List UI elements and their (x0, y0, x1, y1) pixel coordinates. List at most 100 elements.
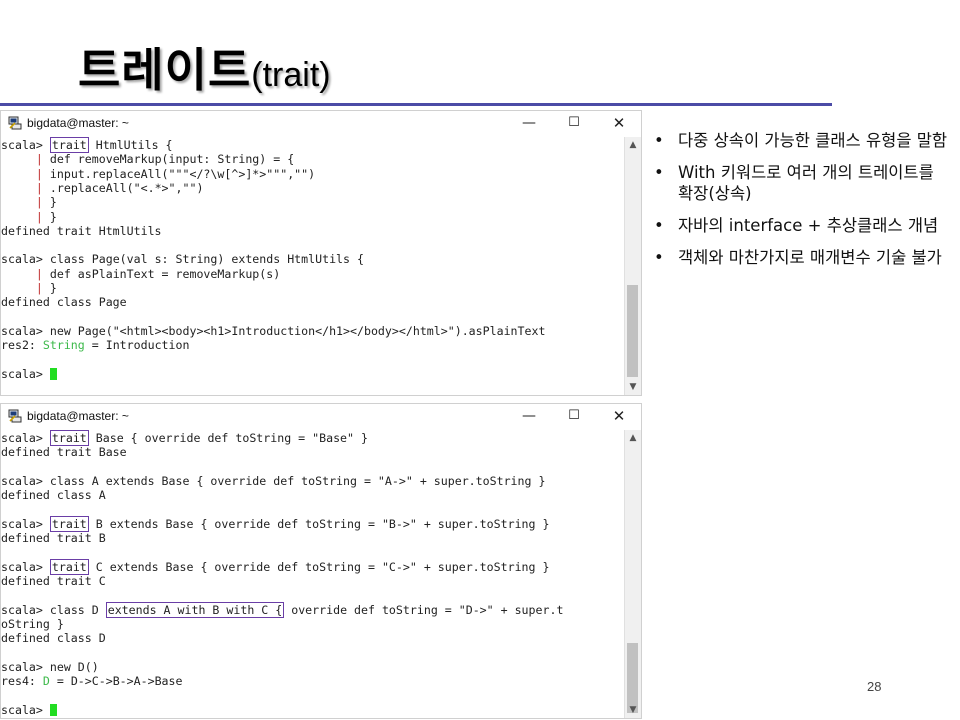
bullet-item: • 자바의 interface + 추상클래스 개념 (652, 215, 952, 236)
bullet-dot: • (654, 216, 664, 235)
terminal-line: defined class Page (1, 295, 127, 309)
slide-title-korean: 트레이트 (78, 43, 252, 97)
code-text: class A extends Base { override def toSt… (49, 473, 546, 488)
terminal-titlebar[interactable]: bigdata@master: ~ — ☐ ✕ (1, 404, 641, 430)
code-text: } (49, 209, 57, 224)
bullet-text: 다중 상속이 가능한 클래스 유형을 말함 (678, 131, 948, 150)
code-text: B extends Base { override def toString =… (88, 516, 550, 531)
terminal-line: scala> trait B extends Base { override d… (1, 515, 550, 532)
bullet-dot: • (654, 163, 664, 182)
code-text: def asPlainText = removeMarkup(s) (49, 266, 281, 281)
terminal-line: scala> (1, 703, 57, 717)
close-button[interactable]: ✕ (599, 405, 639, 427)
prompt: scala> (1, 473, 50, 488)
terminal-line: | } (1, 281, 57, 295)
continuation-pipe: | (35, 209, 50, 224)
terminal-line: scala> new D() (1, 660, 99, 674)
code-text: defined trait C (1, 574, 106, 588)
scroll-down-arrow-icon[interactable]: ▼ (625, 702, 641, 718)
terminal-line: | } (1, 210, 57, 224)
terminal-line: scala> trait HtmlUtils { (1, 137, 173, 153)
terminal-scrollbar[interactable]: ▲ ▼ (624, 137, 641, 395)
extends-clause-highlight: extends A with B with C { (105, 601, 285, 618)
bullet-dot: • (654, 131, 664, 150)
continuation-pipe: | (35, 266, 50, 281)
putty-icon (8, 116, 22, 130)
code-text: oString } (1, 616, 64, 631)
result-separator: : (28, 674, 43, 689)
terminal-screen[interactable]: scala> trait HtmlUtils { | def removeMar… (1, 137, 626, 395)
code-text: defined trait Base (1, 445, 127, 460)
terminal-line: defined trait HtmlUtils (1, 224, 162, 238)
trait-keyword-highlight: trait (49, 430, 89, 446)
code-text: defined trait HtmlUtils (1, 223, 162, 238)
terminal-line: scala> trait Base { override def toStrin… (1, 430, 368, 446)
slide-title: 트레이트(trait) (78, 34, 331, 98)
scroll-up-arrow-icon[interactable]: ▲ (625, 430, 641, 446)
code-text: def removeMarkup(input: String) = { (49, 152, 295, 167)
bullet-item: • 객체와 마찬가지로 매개변수 기술 불가 (652, 247, 952, 268)
maximize-button[interactable]: ☐ (554, 405, 594, 427)
terminal-cursor[interactable] (49, 367, 57, 380)
minimize-button[interactable]: — (509, 112, 549, 134)
bullet-dot: • (654, 248, 664, 267)
result-type: D (42, 674, 50, 689)
prompt: scala> (1, 702, 50, 717)
terminal-line: | } (1, 195, 57, 209)
continuation-pipe: | (35, 166, 50, 181)
terminal-cursor[interactable] (49, 703, 57, 716)
code-text: new D() (49, 659, 99, 674)
bullet-item: • 다중 상속이 가능한 클래스 유형을 말함 (652, 130, 952, 151)
minimize-button[interactable]: — (509, 405, 549, 427)
result-value: = Introduction (84, 338, 190, 353)
code-text: defined trait B (1, 531, 106, 546)
prompt: scala> (1, 323, 50, 338)
continuation-pipe: | (35, 281, 50, 295)
trait-keyword-highlight: trait (49, 558, 89, 575)
terminal-line: scala> class Page(val s: String) extends… (1, 252, 364, 266)
code-text: Base { override def toString = "Base" } (88, 431, 368, 445)
terminal-line: | def asPlainText = removeMarkup(s) (1, 267, 280, 281)
scroll-thumb[interactable] (627, 285, 638, 377)
code-text: class D (49, 602, 106, 617)
prompt: scala> (1, 559, 50, 574)
maximize-button[interactable]: ☐ (554, 112, 594, 134)
bullet-text: With 키워드로 여러 개의 트레이트를 확장(상속) (678, 163, 934, 203)
terminal-line: defined class A (1, 488, 106, 502)
trait-keyword-highlight: trait (49, 137, 89, 153)
code-text: HtmlUtils { (88, 138, 173, 152)
result-type: String (42, 338, 85, 353)
result-value: = D->C->B->A->Base (49, 674, 183, 689)
code-text: new Page("<html><body><h1>Introduction</… (49, 323, 546, 338)
terminal-titlebar[interactable]: bigdata@master: ~ — ☐ ✕ (1, 111, 641, 137)
putty-icon (8, 409, 22, 423)
result-name: res4 (1, 674, 29, 689)
scroll-down-arrow-icon[interactable]: ▼ (625, 379, 641, 395)
terminal-window-2[interactable]: bigdata@master: ~ — ☐ ✕ scala> trait Bas… (0, 403, 642, 719)
terminal-line: defined trait B (1, 531, 106, 545)
terminal-line: scala> class D extends A with B with C {… (1, 601, 563, 618)
code-text: defined class A (1, 488, 106, 503)
terminal-window-1[interactable]: bigdata@master: ~ — ☐ ✕ scala> trait Htm… (0, 110, 642, 396)
continuation-pipe: | (35, 152, 50, 167)
prompt: scala> (1, 659, 50, 674)
close-button[interactable]: ✕ (599, 112, 639, 134)
terminal-line: oString } (1, 617, 64, 631)
title-underline (0, 103, 832, 106)
terminal-title: bigdata@master: ~ (27, 116, 129, 130)
code-text: .replaceAll("<.*>","") (49, 180, 204, 195)
terminal-line: res2: String = Introduction (1, 338, 189, 352)
terminal-line: res4: D = D->C->B->A->Base (1, 674, 183, 688)
prompt: scala> (1, 366, 50, 381)
prompt: scala> (1, 516, 50, 531)
terminal-scrollbar[interactable]: ▲ ▼ (624, 430, 641, 718)
terminal-screen[interactable]: scala> trait Base { override def toStrin… (1, 430, 626, 718)
scroll-up-arrow-icon[interactable]: ▲ (625, 137, 641, 153)
bullet-text: 자바의 interface + 추상클래스 개념 (678, 216, 939, 235)
